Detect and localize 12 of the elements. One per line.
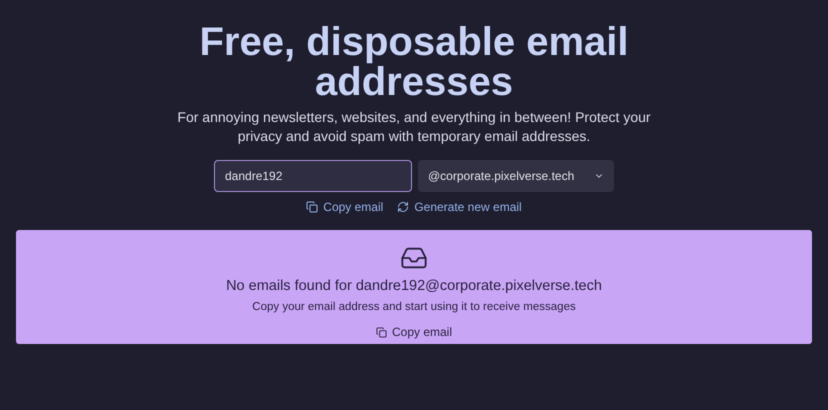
page-title: Free, disposable email addresses bbox=[198, 22, 630, 102]
empty-message: No emails found for dandre192@corporate.pixelverse.tech bbox=[226, 277, 602, 296]
subtitle: For annoying newsletters, websites, and everything in between! Protect your privacy and avoid spam with temporary email addresses. bbox=[176, 108, 652, 146]
refresh-icon bbox=[397, 201, 410, 213]
copy-icon bbox=[306, 201, 318, 213]
generate-email-link[interactable]: Generate new email bbox=[397, 198, 522, 216]
copy-icon bbox=[376, 326, 387, 338]
copy-email-link[interactable]: Copy email bbox=[306, 198, 384, 216]
copy-email-button[interactable]: Copy email bbox=[376, 323, 452, 341]
domain-select[interactable]: @corporate.pixelverse.tech bbox=[418, 160, 614, 192]
username-field[interactable]: dandre192 bbox=[214, 160, 412, 192]
empty-hint: Copy your email address and start using it to receive messages bbox=[252, 300, 576, 315]
